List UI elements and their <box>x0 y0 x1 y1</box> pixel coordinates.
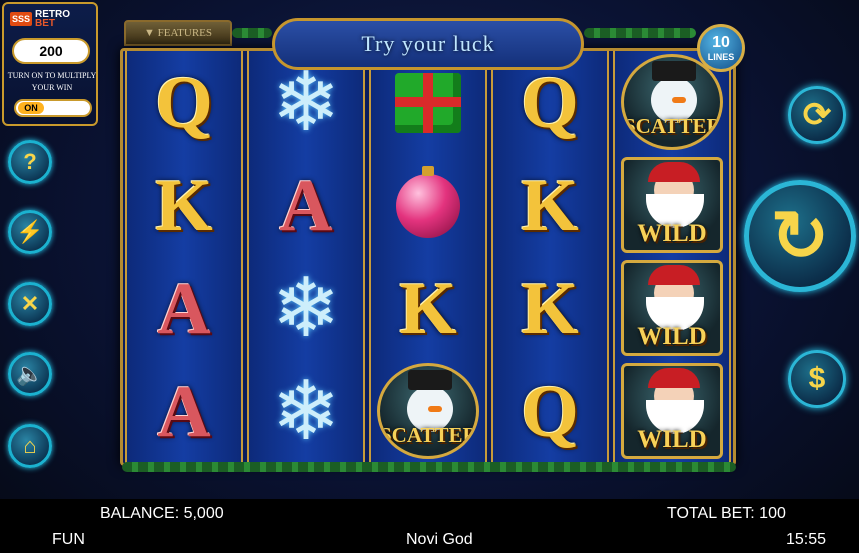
game-name: Novi God <box>406 531 473 548</box>
reels-frame: Q K A A ❄ A ❄ ❄ K SCATTER Q K K Q SCATTER WILD WILD WILD <box>120 48 736 466</box>
wild-symbol: WILD <box>621 363 723 459</box>
reel-cell: Q <box>493 360 607 463</box>
retrobet-logo: SSS RETRO BET <box>10 10 70 29</box>
reel-cell: K <box>127 154 241 257</box>
lines-count: 10 <box>712 34 730 51</box>
reel-cell: WILD <box>615 257 729 360</box>
symbol-k: K <box>155 164 213 247</box>
home-icon: ⌂ <box>23 433 37 458</box>
wild-label: WILD <box>637 220 707 247</box>
reel-4: QKKQ <box>491 51 609 463</box>
carrot-nose-icon <box>428 406 442 412</box>
coin-icon: $ <box>808 362 826 395</box>
gift-icon <box>395 72 461 133</box>
snowman-hat-icon <box>652 61 696 81</box>
help-icon: ? <box>23 149 37 174</box>
santa-hat-icon <box>648 162 700 182</box>
symbol-a: A <box>279 164 333 247</box>
sound-button[interactable]: 🔈 <box>8 352 52 396</box>
help-button[interactable]: ? <box>8 140 52 184</box>
turbo-button[interactable]: ⚡ <box>8 210 52 254</box>
toggle-on-label: ON <box>18 102 44 114</box>
chevron-down-icon: ▼ <box>143 27 158 39</box>
santa-hat-icon <box>648 368 700 388</box>
reel-3: K SCATTER <box>369 51 487 463</box>
spin-button[interactable]: ↻ <box>744 180 856 292</box>
snowflake-icon: ❄ <box>271 365 341 457</box>
reel-cell: WILD <box>615 154 729 257</box>
speaker-icon: 🔈 <box>16 361 44 386</box>
symbol-k: K <box>521 267 579 350</box>
multiply-toggle[interactable]: ON <box>14 99 92 117</box>
autoplay-button[interactable]: ⟳ <box>788 86 846 144</box>
reel-cell: A <box>127 360 241 463</box>
spin-icon: ↻ <box>770 197 830 275</box>
features-label: FEATURES <box>157 27 213 39</box>
symbol-q: Q <box>155 61 213 144</box>
reel-cell: ❄ <box>249 257 363 360</box>
garland-decoration <box>584 28 696 38</box>
wild-label: WILD <box>637 426 707 453</box>
symbol-q: Q <box>521 370 579 453</box>
logo-box-icon: SSS <box>10 12 32 26</box>
symbol-q: Q <box>521 61 579 144</box>
reel-cell: K <box>371 257 485 360</box>
bottom-status-bar: BALANCE: 5,000 TOTAL BET: 100 FUN Novi G… <box>0 499 859 553</box>
clock: 15:55 <box>786 531 827 548</box>
mode-label: FUN <box>52 531 85 548</box>
autoplay-icon: ⟳ <box>802 96 832 134</box>
reel-cell: A <box>127 257 241 360</box>
wild-label: WILD <box>637 323 707 350</box>
carrot-nose-icon <box>672 97 686 103</box>
reel-cell: A <box>249 154 363 257</box>
logo-text-bet: BET <box>35 18 55 29</box>
snowflake-icon: ❄ <box>271 262 341 354</box>
santa-hat-icon <box>648 265 700 285</box>
title-banner: Try your luck <box>272 18 584 70</box>
features-tab[interactable]: ▼ FEATURES <box>124 20 232 46</box>
ornament-icon <box>396 165 460 238</box>
reel-cell: ❄ <box>249 360 363 463</box>
reel-cell: K <box>493 154 607 257</box>
balance-readout: BALANCE: 5,000 <box>100 505 224 522</box>
snowman-hat-icon <box>408 370 452 390</box>
symbol-a: A <box>157 370 211 453</box>
retrobet-promo-panel: SSS RETRO BET 200 TURN ON TO MULTIPLY YO… <box>2 2 98 126</box>
symbol-k: K <box>521 164 579 247</box>
lines-label: LINES <box>707 52 735 62</box>
multiply-label: TURN ON TO MULTIPLY YOUR WIN <box>7 71 97 92</box>
garland-decoration <box>232 28 272 38</box>
settings-button[interactable]: ✕ <box>8 282 52 326</box>
reel-cell: WILD <box>615 360 729 463</box>
reel-5: SCATTER WILD WILD WILD <box>613 51 731 463</box>
reel-1: QKAA <box>125 51 243 463</box>
wild-symbol: WILD <box>621 157 723 253</box>
wild-symbol: WILD <box>621 260 723 356</box>
lines-badge: 10 LINES <box>697 24 745 72</box>
scatter-symbol: SCATTER <box>377 363 479 459</box>
scatter-label: SCATTER <box>380 423 478 447</box>
reel-2: ❄ A ❄ ❄ <box>247 51 365 463</box>
garland-decoration <box>122 462 736 472</box>
multiplier-value-field[interactable]: 200 <box>12 38 90 64</box>
snowflake-icon: ❄ <box>271 56 341 148</box>
total-bet-readout: TOTAL BET: 100 <box>667 505 786 522</box>
reel-cell: Q <box>127 51 241 154</box>
reel-cell: K <box>493 257 607 360</box>
lightning-icon: ⚡ <box>16 219 44 244</box>
home-button[interactable]: ⌂ <box>8 424 52 468</box>
tools-icon: ✕ <box>20 291 40 316</box>
scatter-label: SCATTER <box>624 114 722 138</box>
reel-cell <box>371 154 485 257</box>
symbol-k: K <box>399 267 457 350</box>
reel-cell: SCATTER <box>371 360 485 463</box>
symbol-a: A <box>157 267 211 350</box>
bet-button[interactable]: $ <box>788 350 846 408</box>
